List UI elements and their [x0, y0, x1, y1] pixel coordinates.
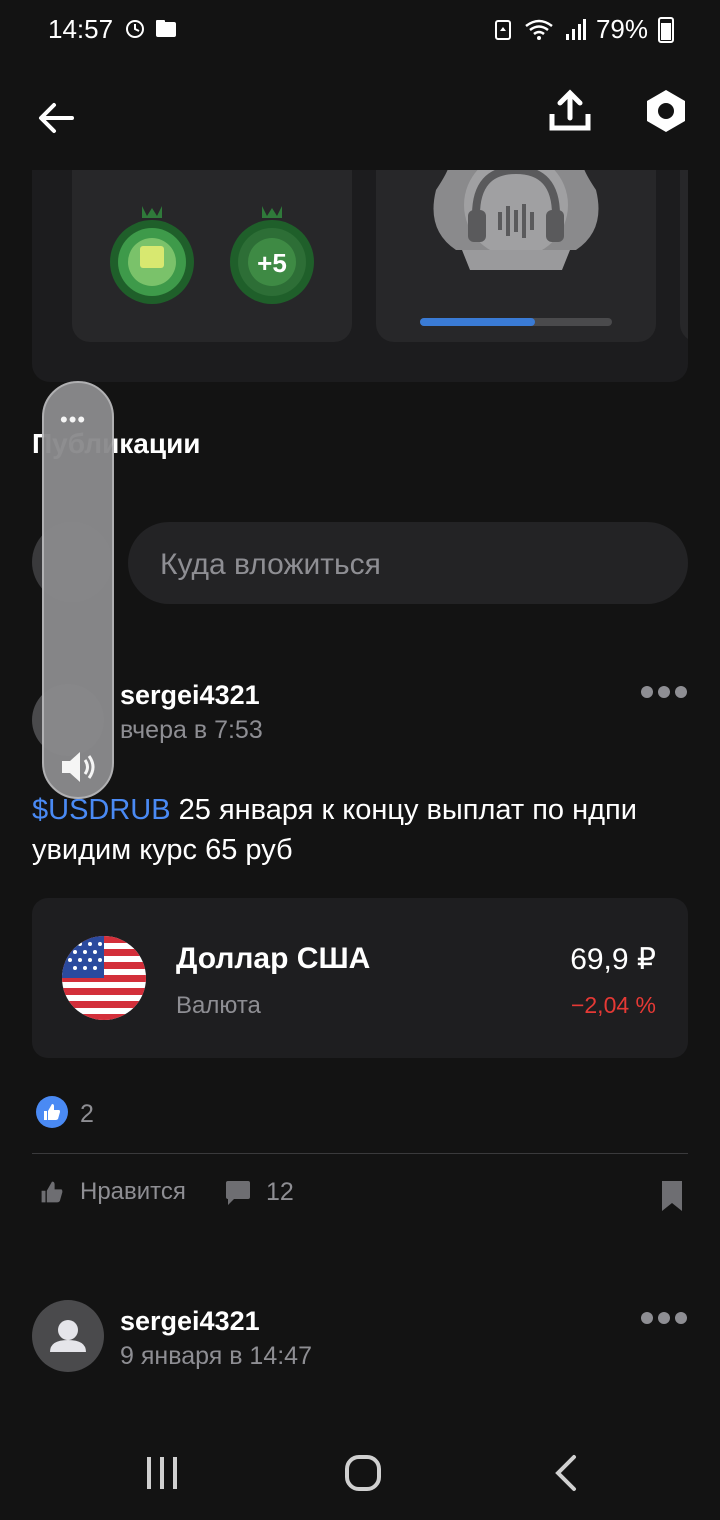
comments-button[interactable]: 12	[224, 1178, 294, 1207]
chevron-left-icon	[555, 1455, 576, 1491]
bookmark-icon	[662, 1181, 682, 1211]
battery-saver-icon	[494, 19, 511, 40]
post-composer[interactable]: Куда вложиться	[128, 522, 688, 604]
achievements-card: +5	[32, 170, 688, 382]
composer-placeholder: Куда вложиться	[160, 548, 381, 581]
share-button[interactable]	[548, 88, 604, 144]
achievement-progress-fill	[420, 318, 536, 326]
battery-icon	[658, 16, 674, 43]
like-label: Нравится	[80, 1178, 186, 1205]
battery-percent: 79%	[595, 14, 648, 44]
volume-more-button[interactable]: •••	[60, 407, 86, 433]
thumbs-up-icon	[41, 1181, 63, 1203]
status-right: 79%	[492, 14, 674, 45]
instrument-card[interactable]: Доллар США Валюта 69,9 ₽ −2,04 %	[32, 898, 688, 1058]
achievement-progress	[420, 318, 612, 326]
system-nav-bar	[0, 1410, 720, 1520]
likes-badge[interactable]	[36, 1096, 68, 1128]
status-time: 14:57	[48, 14, 114, 44]
share-upload-icon	[549, 89, 591, 131]
thumbs-up-icon	[44, 1104, 60, 1120]
user-placeholder-icon	[50, 1320, 86, 1352]
instrument-price: 69,9 ₽	[570, 943, 656, 976]
speaker-icon[interactable]	[58, 747, 98, 787]
more-dots-icon	[641, 686, 687, 698]
more-dots-icon	[641, 1312, 687, 1324]
divider	[32, 1153, 688, 1154]
back-button[interactable]	[28, 90, 84, 146]
recent-apps-icon	[147, 1457, 177, 1489]
achievement-tile-partial[interactable]	[680, 170, 688, 342]
recent-apps-button[interactable]	[145, 1455, 179, 1496]
laurel-badges-icon: +5	[110, 206, 314, 304]
home-button[interactable]	[344, 1454, 382, 1497]
post-more-button[interactable]	[640, 1310, 688, 1331]
post-author-avatar[interactable]	[32, 1300, 104, 1372]
headphones-badge-icon	[433, 170, 599, 270]
us-flag-icon	[62, 936, 146, 1020]
post-text: $USDRUB 25 января к концу выплат по ндпи…	[32, 790, 682, 870]
home-icon	[345, 1455, 381, 1491]
likes-count: 2	[80, 1100, 94, 1128]
nav-back-button[interactable]	[552, 1454, 580, 1497]
arrow-left-icon	[39, 103, 74, 133]
settings-button[interactable]	[644, 88, 700, 144]
instrument-type: Валюта	[176, 992, 261, 1019]
notification-icons	[122, 17, 182, 47]
settings-hexagon-icon	[647, 90, 685, 132]
comments-count: 12	[266, 1178, 294, 1206]
bookmark-button[interactable]	[660, 1180, 684, 1217]
wifi-icon	[525, 19, 553, 40]
post-author[interactable]: sergei4321	[120, 1306, 260, 1337]
achievement-tile-badges[interactable]: +5	[72, 170, 352, 342]
instrument-name: Доллар США	[176, 942, 371, 975]
post-time: вчера в 7:53	[120, 716, 263, 744]
post-more-button[interactable]	[640, 684, 688, 705]
signal-icon	[565, 18, 586, 40]
comment-icon	[226, 1180, 250, 1205]
post-author[interactable]: sergei4321	[120, 680, 260, 711]
like-button[interactable]: Нравится	[38, 1178, 186, 1206]
volume-slider-panel[interactable]: •••	[42, 381, 114, 799]
post-ticker-link[interactable]: $USDRUB	[32, 794, 171, 826]
instrument-change: −2,04 %	[570, 992, 656, 1018]
post-time: 9 января в 14:47	[120, 1342, 312, 1370]
status-notification-icon	[126, 20, 176, 38]
achievement-tile-podcast[interactable]	[376, 170, 656, 342]
top-app-bar	[0, 62, 720, 170]
more-badges-count: +5	[257, 248, 287, 278]
status-bar: 14:57 79%	[0, 0, 720, 62]
